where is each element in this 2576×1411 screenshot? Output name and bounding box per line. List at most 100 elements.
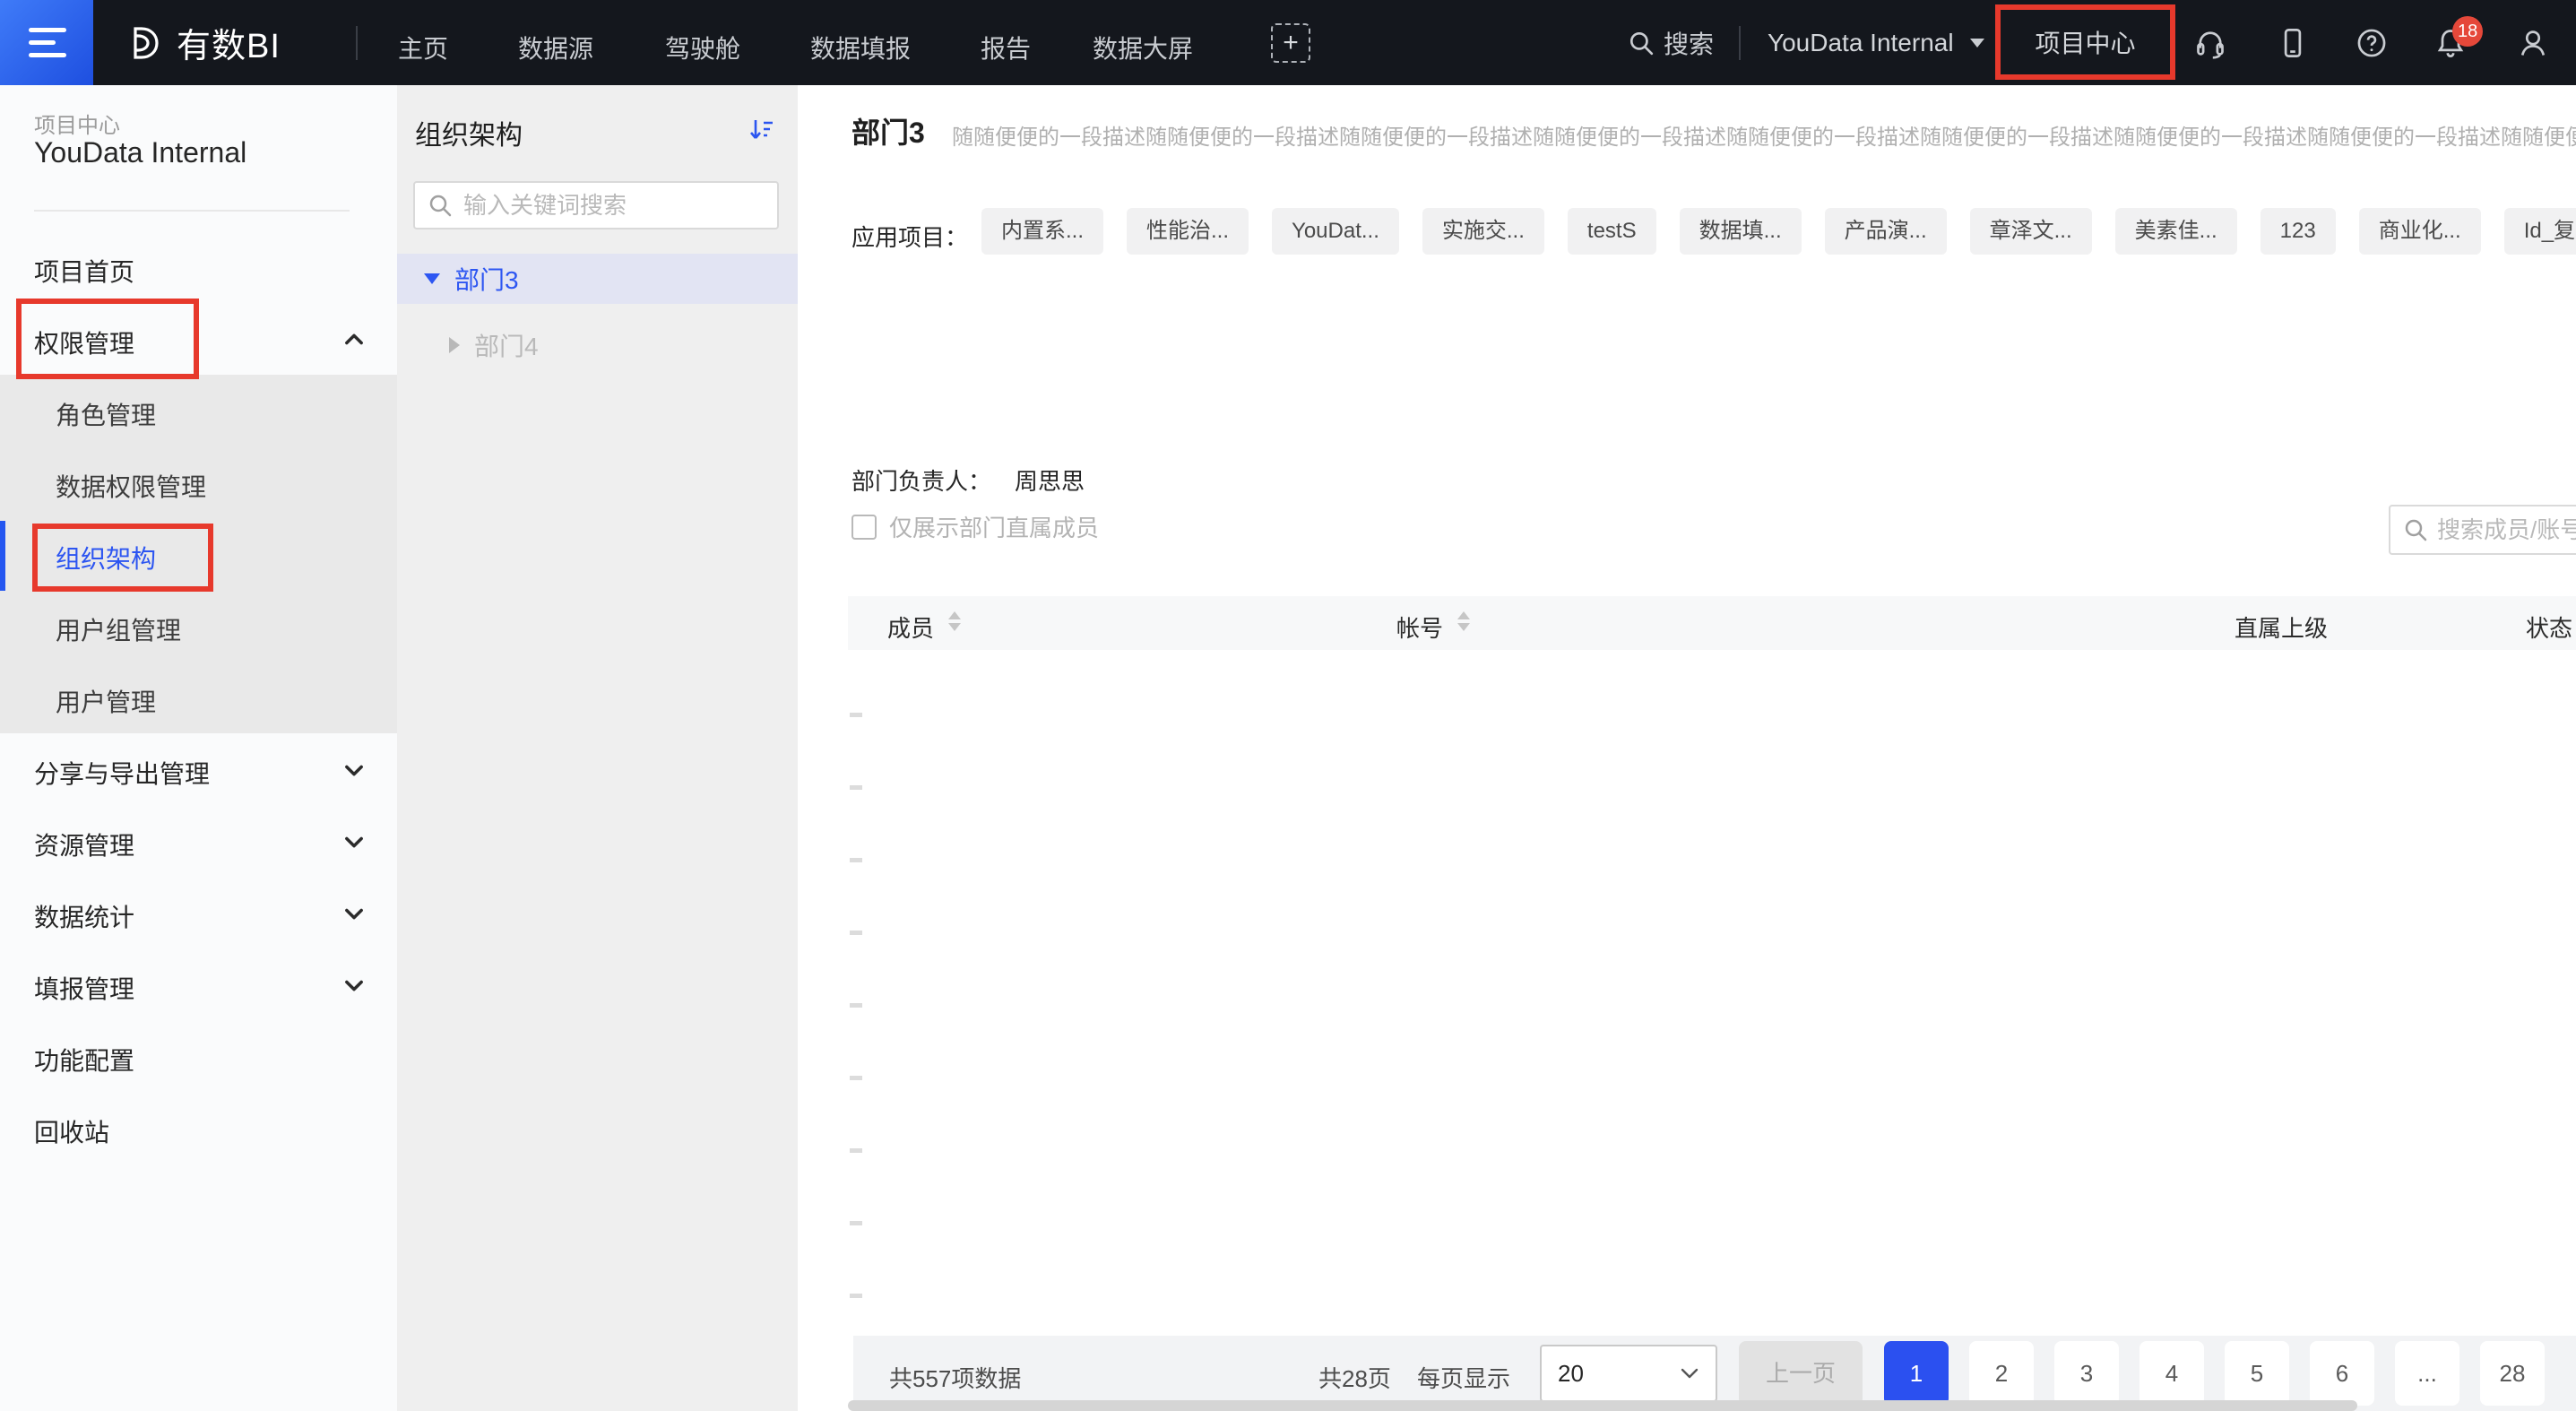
sidebar-item-share-export-management[interactable]: 分享与导出管理 [0, 733, 397, 805]
active-item-indicator [0, 521, 5, 591]
sidebar-item-data-statistics[interactable]: 数据统计 [0, 877, 397, 948]
applied-project-tags: 内置系... 性能治... YouDat... 实施交... testS 数据填… [981, 208, 2576, 255]
app-window: 有数BI 主页 数据源 驾驶舱 数据填报 报告 数据大屏 + 搜索 YouDat… [0, 0, 2576, 1411]
sidebar-item-org-structure[interactable]: 组织架构 [0, 518, 397, 590]
global-search[interactable]: 搜索 [1628, 0, 1714, 85]
page-button-ellipsis[interactable]: ... [2395, 1341, 2459, 1406]
nav-cockpit[interactable]: 驾驶舱 [665, 30, 740, 65]
caret-right-icon[interactable] [449, 337, 460, 353]
sidebar-section-label: 项目中心 [34, 108, 120, 139]
sidebar-item-project-home[interactable]: 项目首页 [0, 231, 397, 303]
page-button-4[interactable]: 4 [2139, 1341, 2204, 1406]
row-loading-placeholder [850, 1221, 862, 1225]
project-tag[interactable]: YouDat... [1272, 208, 1399, 255]
sidebar-item-permission-management[interactable]: 权限管理 [0, 303, 397, 375]
page-button-28[interactable]: 28 [2480, 1341, 2545, 1406]
nav-datasource[interactable]: 数据源 [518, 30, 593, 65]
sort-member-button[interactable] [948, 611, 961, 631]
page-count-text: 共28页 [1318, 1361, 1391, 1394]
mobile-app-icon[interactable] [2277, 27, 2309, 59]
global-search-label: 搜索 [1664, 25, 1714, 61]
direct-members-checkbox[interactable] [851, 515, 877, 540]
member-search-input[interactable] [2437, 516, 2576, 544]
page-button-3[interactable]: 3 [2054, 1341, 2119, 1406]
project-tag[interactable]: 内置系... [981, 208, 1103, 255]
project-tag[interactable]: 实施交... [1422, 208, 1544, 255]
chevron-up-icon [341, 327, 367, 352]
notification-badge: 18 [2452, 16, 2483, 47]
page-button-6[interactable]: 6 [2310, 1341, 2374, 1406]
row-loading-placeholder [850, 1294, 862, 1298]
nav-data-entry[interactable]: 数据填报 [810, 30, 911, 65]
project-tag[interactable]: 产品演... [1825, 208, 1947, 255]
column-supervisor: 直属上级 [2235, 610, 2328, 644]
org-panel-title: 组织架构 [415, 113, 523, 152]
brand[interactable]: 有数BI [123, 0, 281, 85]
direct-members-label: 仅展示部门直属成员 [889, 510, 1099, 543]
sidebar-item-user-group-management[interactable]: 用户组管理 [0, 590, 397, 662]
user-avatar-icon[interactable] [2517, 27, 2549, 59]
org-search-input[interactable] [463, 192, 765, 220]
project-tag[interactable]: testS [1568, 208, 1656, 255]
member-search-box [2389, 505, 2576, 555]
hamburger-menu-button[interactable] [0, 0, 93, 85]
topbar-divider-2 [1739, 26, 1741, 60]
row-loading-placeholder [850, 713, 862, 717]
sort-account-button[interactable] [1457, 611, 1470, 631]
nav-data-screen[interactable]: 数据大屏 [1093, 30, 1193, 65]
dept-manager-name: 周思思 [1015, 463, 1085, 497]
org-search-box [413, 181, 779, 229]
direct-members-filter[interactable]: 仅展示部门直属成员 [851, 510, 1099, 543]
dept-description: 随随便便的一段描述随随便便的一段描述随随便便的一段描述随随便便的一段描述随随便便… [952, 119, 2576, 151]
chevron-down-icon [341, 829, 367, 854]
add-module-button[interactable]: + [1271, 23, 1310, 63]
total-items-text: 共557项数据 [889, 1361, 1021, 1394]
caret-down-icon[interactable] [424, 273, 440, 284]
project-tag[interactable]: 商业化... [2359, 208, 2481, 255]
chevron-down-icon [341, 973, 367, 998]
help-icon[interactable] [2356, 27, 2388, 59]
sidebar-item-user-management[interactable]: 用户管理 [0, 662, 397, 733]
page-button-1[interactable]: 1 [1884, 1341, 1949, 1406]
topbar-divider [356, 26, 358, 60]
sidebar-item-form-management[interactable]: 填报管理 [0, 948, 397, 1020]
nav-home[interactable]: 主页 [398, 30, 448, 65]
column-account: 帐号 [1396, 610, 1443, 644]
sidebar-item-data-permission-management[interactable]: 数据权限管理 [0, 446, 397, 518]
project-tag[interactable]: 123 [2260, 208, 2336, 255]
sidebar-item-resource-management[interactable]: 资源管理 [0, 805, 397, 877]
workspace-selector[interactable]: YouData Internal [1768, 0, 1984, 85]
chevron-down-icon [1970, 39, 1984, 48]
horizontal-scrollbar-thumb[interactable] [848, 1400, 2357, 1411]
sort-order-icon[interactable] [748, 116, 776, 144]
project-center-button annotation-box-project-center[interactable]: 项目中心 [1995, 4, 2175, 80]
topbar: 有数BI 主页 数据源 驾驶舱 数据填报 报告 数据大屏 + 搜索 YouDat… [0, 0, 2576, 85]
nav-report[interactable]: 报告 [981, 30, 1031, 65]
prev-page-button[interactable]: 上一页 [1739, 1341, 1863, 1406]
headset-support-icon[interactable] [2194, 27, 2226, 59]
page-button-2[interactable]: 2 [1969, 1341, 2034, 1406]
tree-node-dept4[interactable]: 部门4 [397, 320, 798, 370]
project-tag[interactable]: 性能治... [1127, 208, 1249, 255]
org-tree-panel: 组织架构 部门3 部门4 [397, 85, 798, 1411]
page-button-5[interactable]: 5 [2225, 1341, 2289, 1406]
project-tag[interactable]: Id_复杂... [2504, 208, 2576, 255]
column-status: 状态 [2526, 610, 2572, 644]
sidebar-item-function-config[interactable]: 功能配置 [0, 1020, 397, 1092]
project-tag[interactable]: 章泽文... [1970, 208, 2092, 255]
chevron-down-icon [1680, 1367, 1699, 1380]
notifications[interactable]: 18 [2434, 27, 2467, 59]
search-icon [1628, 30, 1655, 56]
search-icon [428, 193, 453, 218]
dept-manager-row: 部门负责人： 周思思 [851, 463, 1085, 497]
project-tag[interactable]: 数据填... [1680, 208, 1802, 255]
member-table-header: 成员 帐号 直属上级 状态 [848, 596, 2576, 650]
tree-node-dept3[interactable]: 部门3 [397, 254, 798, 304]
row-loading-placeholder [850, 1148, 862, 1153]
row-loading-placeholder [850, 1076, 862, 1080]
sidebar-item-recycle-bin[interactable]: 回收站 [0, 1092, 397, 1164]
project-tag[interactable]: 美素佳... [2115, 208, 2237, 255]
sidebar-item-role-management[interactable]: 角色管理 [0, 375, 397, 446]
youdata-logo-icon [123, 23, 162, 63]
per-page-select[interactable]: 20 [1540, 1345, 1717, 1402]
